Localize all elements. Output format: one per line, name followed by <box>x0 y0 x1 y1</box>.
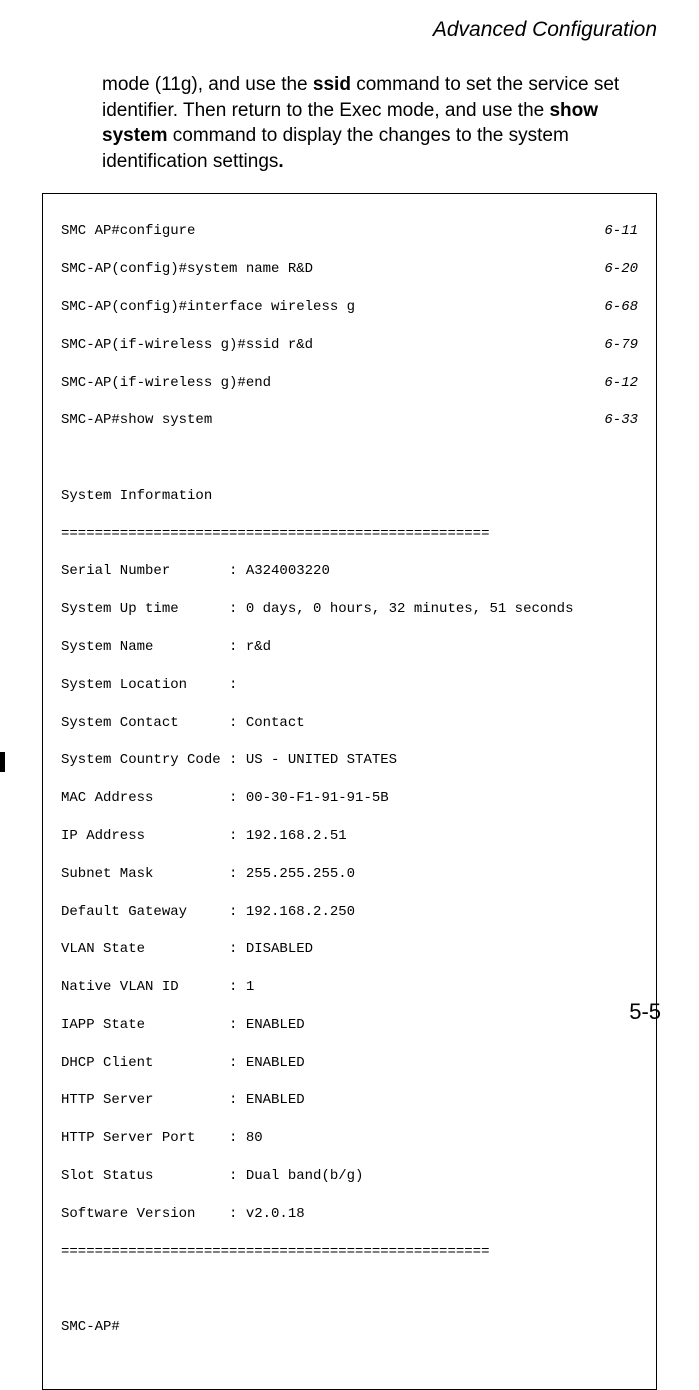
code-text: SMC AP#configure <box>61 222 195 241</box>
code-line: SMC-AP(config)#interface wireless g 6-68 <box>61 298 638 317</box>
code-row: DHCP Client : ENABLED <box>61 1054 638 1073</box>
para-bold-period: . <box>278 151 283 172</box>
code-text: SMC-AP(config)#interface wireless g <box>61 298 355 317</box>
code-row: IP Address : 192.168.2.51 <box>61 827 638 846</box>
code-row: MAC Address : 00-30-F1-91-91-5B <box>61 789 638 808</box>
code-ref: 6-11 <box>596 222 638 241</box>
code-line: SMC-AP#show system 6-33 <box>61 411 638 430</box>
code-blank <box>61 1280 638 1299</box>
code-block: SMC AP#configure 6-11 SMC-AP(config)#syst… <box>42 193 657 1390</box>
page-number: 5-5 <box>629 999 661 1025</box>
code-prompt: SMC-AP# <box>61 1318 638 1337</box>
code-row: Subnet Mask : 255.255.255.0 <box>61 865 638 884</box>
code-ref: 6-12 <box>596 374 638 393</box>
header-title: Advanced Configuration <box>18 18 661 42</box>
code-row: Default Gateway : 192.168.2.250 <box>61 903 638 922</box>
code-row: Software Version : v2.0.18 <box>61 1205 638 1224</box>
code-line: SMC-AP(config)#system name R&D 6-20 <box>61 260 638 279</box>
para-text-1: mode (11g), and use the <box>102 74 313 95</box>
code-info-header: System Information <box>61 487 638 506</box>
code-separator: ========================================… <box>61 525 638 544</box>
code-text: SMC-AP(if-wireless g)#end <box>61 374 271 393</box>
code-row: VLAN State : DISABLED <box>61 940 638 959</box>
code-line: SMC-AP(if-wireless g)#ssid r&d 6-79 <box>61 336 638 355</box>
page: Advanced Configuration mode (11g), and u… <box>0 0 699 1047</box>
code-row: HTTP Server : ENABLED <box>61 1091 638 1110</box>
code-text: SMC-AP(if-wireless g)#ssid r&d <box>61 336 313 355</box>
code-line: SMC-AP(if-wireless g)#end 6-12 <box>61 374 638 393</box>
para-bold-ssid: ssid <box>313 74 351 95</box>
code-separator: ========================================… <box>61 1243 638 1262</box>
para-text-3: command to display the changes to the sy… <box>102 125 569 172</box>
code-blank <box>61 449 638 468</box>
code-row: HTTP Server Port : 80 <box>61 1129 638 1148</box>
code-row: IAPP State : ENABLED <box>61 1016 638 1035</box>
code-ref: 6-33 <box>596 411 638 430</box>
code-row: Slot Status : Dual band(b/g) <box>61 1167 638 1186</box>
code-text: SMC-AP(config)#system name R&D <box>61 260 313 279</box>
code-row: System Country Code : US - UNITED STATES <box>61 751 638 770</box>
code-row: Serial Number : A324003220 <box>61 562 638 581</box>
change-bar-icon <box>0 752 5 772</box>
code-ref: 6-68 <box>596 298 638 317</box>
code-row: Native VLAN ID : 1 <box>61 978 638 997</box>
code-text: SMC-AP#show system <box>61 411 212 430</box>
code-ref: 6-20 <box>596 260 638 279</box>
code-ref: 6-79 <box>596 336 638 355</box>
code-row: System Location : <box>61 676 638 695</box>
code-row: System Up time : 0 days, 0 hours, 32 min… <box>61 600 638 619</box>
code-row: System Name : r&d <box>61 638 638 657</box>
code-line: SMC AP#configure 6-11 <box>61 222 638 241</box>
code-row: System Contact : Contact <box>61 714 638 733</box>
body-paragraph: mode (11g), and use the ssid command to … <box>102 72 657 175</box>
